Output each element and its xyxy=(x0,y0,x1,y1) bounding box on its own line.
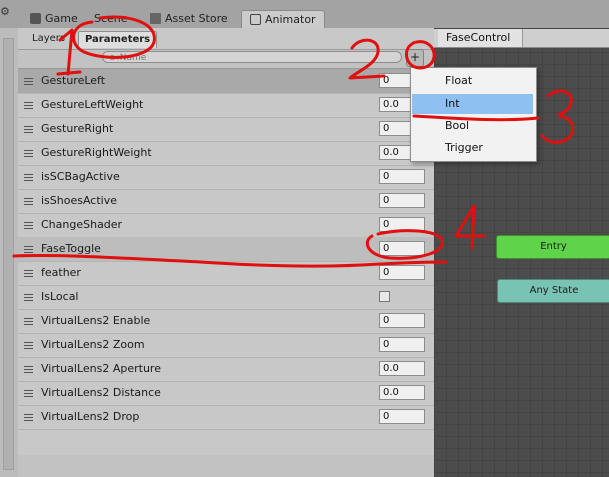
drag-handle-icon[interactable] xyxy=(24,390,33,397)
drag-handle-icon[interactable] xyxy=(24,246,33,253)
parameter-value-field[interactable]: 0 xyxy=(379,265,425,280)
parameter-name[interactable]: feather xyxy=(41,266,81,279)
parameters-header: Layers Parameters xyxy=(18,28,434,50)
tab-game[interactable]: Game xyxy=(30,10,78,27)
animator-icon xyxy=(250,14,261,25)
menu-item-float[interactable]: Float xyxy=(412,71,533,91)
parameter-value-field[interactable]: 0 xyxy=(379,169,425,184)
drag-handle-icon[interactable] xyxy=(24,78,33,85)
parameter-row[interactable]: FaseToggle 0 xyxy=(18,237,434,262)
parameter-value-field[interactable]: 0.0 xyxy=(379,385,425,400)
parameter-row[interactable]: IsLocal xyxy=(18,285,434,310)
parameter-name[interactable]: IsLocal xyxy=(41,290,79,303)
any-state-node[interactable]: Any State xyxy=(497,279,609,303)
parameter-search-input[interactable]: ⊙▾Name xyxy=(102,51,402,63)
drag-handle-icon[interactable] xyxy=(24,222,33,229)
search-icon: ⊙▾ xyxy=(109,53,120,62)
parameter-name[interactable]: VirtualLens2 Drop xyxy=(41,410,139,423)
parameter-name[interactable]: GestureLeft xyxy=(41,74,105,87)
add-parameter-button[interactable]: + xyxy=(406,49,424,67)
drag-handle-icon[interactable] xyxy=(24,126,33,133)
parameter-list: GestureLeft 0 GestureLeftWeight 0.0 GestureR… xyxy=(18,68,434,455)
parameter-row[interactable]: VirtualLens2 Enable 0 xyxy=(18,309,434,334)
parameter-name[interactable]: VirtualLens2 Distance xyxy=(41,386,161,399)
left-side-strip xyxy=(0,28,19,477)
parameter-value-field[interactable]: 0.0 xyxy=(379,361,425,376)
menu-item-int[interactable]: Int xyxy=(412,94,533,114)
parameter-value-field[interactable]: 0 xyxy=(379,193,425,208)
parameter-row[interactable]: isSCBagActive 0 xyxy=(18,165,434,190)
parameter-name[interactable]: isShoesActive xyxy=(41,194,117,207)
game-controller-icon xyxy=(30,13,41,24)
parameter-value-field[interactable]: 0 xyxy=(379,241,425,256)
parameter-row[interactable]: VirtualLens2 Zoom 0 xyxy=(18,333,434,358)
parameter-value-field[interactable]: 0 xyxy=(379,337,425,352)
drag-handle-icon[interactable] xyxy=(24,366,33,373)
parameter-name[interactable]: VirtualLens2 Zoom xyxy=(41,338,145,351)
drag-handle-icon[interactable] xyxy=(24,270,33,277)
drag-handle-icon[interactable] xyxy=(24,150,33,157)
drag-handle-icon[interactable] xyxy=(24,318,33,325)
parameter-row[interactable]: GestureLeft 0 xyxy=(18,69,434,94)
parameter-checkbox[interactable] xyxy=(379,291,390,302)
parameter-row[interactable]: GestureRight 0 xyxy=(18,117,434,142)
parameter-row[interactable]: VirtualLens2 Drop 0 xyxy=(18,405,434,430)
parameter-name[interactable]: VirtualLens2 Aperture xyxy=(41,362,161,375)
parameter-name[interactable]: GestureRight xyxy=(41,122,113,135)
tab-animator[interactable]: Animator xyxy=(241,10,325,29)
drag-handle-icon[interactable] xyxy=(24,342,33,349)
scrollbar[interactable] xyxy=(3,38,14,470)
entry-state-node[interactable]: Entry xyxy=(496,235,609,259)
parameter-name[interactable]: GestureLeftWeight xyxy=(41,98,143,111)
drag-handle-icon[interactable] xyxy=(24,198,33,205)
tab-scene[interactable]: Scene xyxy=(94,10,128,27)
parameter-row[interactable]: isShoesActive 0 xyxy=(18,189,434,214)
drag-handle-icon[interactable] xyxy=(24,294,33,301)
breadcrumb-layer[interactable]: FaseControl xyxy=(438,29,524,47)
parameter-row[interactable]: VirtualLens2 Distance 0.0 xyxy=(18,381,434,406)
parameter-name[interactable]: FaseToggle xyxy=(41,242,101,255)
parameter-row[interactable]: feather 0 xyxy=(18,261,434,286)
drag-handle-icon[interactable] xyxy=(24,102,33,109)
drag-handle-icon[interactable] xyxy=(24,414,33,421)
breadcrumb: FaseControl xyxy=(434,29,609,48)
menu-item-bool[interactable]: Bool xyxy=(412,116,533,136)
parameter-type-menu: Float Int Bool Trigger xyxy=(410,67,537,162)
editor-tab-strip: ⚙ Game Scene Asset Store Animator xyxy=(0,0,609,29)
parameter-row[interactable]: GestureLeftWeight 0.0 xyxy=(18,93,434,118)
parameter-name[interactable]: isSCBagActive xyxy=(41,170,120,183)
parameter-row[interactable]: GestureRightWeight 0.0 xyxy=(18,141,434,166)
parameters-panel: Layers Parameters ⊙▾Name + GestureLeft 0 G… xyxy=(18,28,434,477)
tab-layers[interactable]: Layers xyxy=(26,31,71,47)
asset-store-icon xyxy=(150,13,161,24)
parameter-row[interactable]: ChangeShader 0 xyxy=(18,213,434,238)
parameter-name[interactable]: ChangeShader xyxy=(41,218,122,231)
parameter-value-field[interactable]: 0 xyxy=(379,313,425,328)
parameter-value-field[interactable]: 0 xyxy=(379,217,425,232)
tab-parameters[interactable]: Parameters xyxy=(78,31,158,48)
settings-gear-icon[interactable]: ⚙ xyxy=(0,6,12,18)
drag-handle-icon[interactable] xyxy=(24,174,33,181)
parameter-name[interactable]: VirtualLens2 Enable xyxy=(41,314,150,327)
parameter-name[interactable]: GestureRightWeight xyxy=(41,146,152,159)
tab-asset-store[interactable]: Asset Store xyxy=(150,10,228,27)
parameter-value-field[interactable]: 0 xyxy=(379,409,425,424)
parameter-row[interactable]: VirtualLens2 Aperture 0.0 xyxy=(18,357,434,382)
menu-item-trigger[interactable]: Trigger xyxy=(412,138,533,158)
